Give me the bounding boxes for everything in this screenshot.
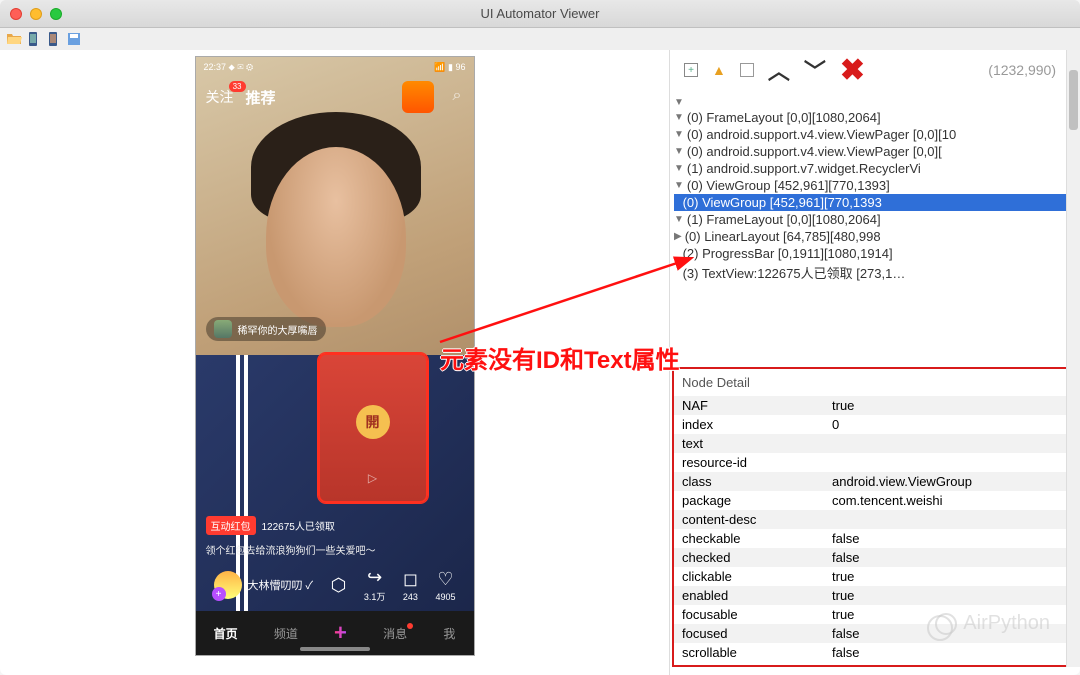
sub-caption: 领个红包去给流浪狗狗们一些关爱吧～ [206,542,376,557]
nav-home[interactable]: 首页 [214,625,238,642]
tab-recommend[interactable]: 推荐 [246,87,276,108]
scrollbar[interactable] [1066,50,1080,667]
warning-icon[interactable]: ▲ [712,62,726,78]
notification-dot-icon [407,623,413,629]
avatar-icon: + [214,571,242,599]
user-chip[interactable]: + 大林懵叨叨 ✓ [214,571,314,599]
device-dump-icon[interactable] [46,31,62,47]
expand-all-icon[interactable]: + [684,63,698,77]
device-screenshot[interactable]: 22:37 ⬥ ✉ ⚙ 📶 ▮ 96 关注 33 推荐 ⌕ 稀罕你的大厚嘴唇 [195,56,475,656]
caption-count: 122675人已领取 [262,518,335,533]
nav-me[interactable]: 我 [443,625,455,642]
hierarchy-tree[interactable]: ▼ ▼(0) FrameLayout [0,0][1080,2064] ▼(0)… [670,90,1080,363]
tag-action[interactable]: ⬡ [331,575,347,596]
inspector-toolbar: + ▲ ︿ ﹀ ✖ (1232,990) [670,50,1080,90]
app-window: UI Automator Viewer 22:37 ⬥ ✉ ⚙ 📶 ▮ 96 [0,0,1080,675]
titlebar: UI Automator Viewer [0,0,1080,28]
follow-badge: 33 [229,81,246,92]
prev-icon[interactable]: ︿ [768,54,790,86]
scrollbar-thumb[interactable] [1069,70,1078,130]
status-battery: 📶 ▮ 96 [434,62,465,73]
save-icon[interactable] [66,31,82,47]
heart-icon: ♡ [437,569,453,590]
caption-pill[interactable]: 稀罕你的大厚嘴唇 [206,317,326,341]
content-area: 22:37 ⬥ ✉ ⚙ 📶 ▮ 96 关注 33 推荐 ⌕ 稀罕你的大厚嘴唇 [0,50,1080,675]
share-icon: ↪ [367,567,382,588]
nav-message[interactable]: 消息 [383,625,407,642]
toolbar [0,28,1080,50]
watermark: AirPython [935,612,1050,635]
plus-badge-icon[interactable]: + [212,587,226,601]
wechat-icon [935,613,957,635]
action-row: + 大林懵叨叨 ✓ ⬡ ↪3.1万 ◻243 ♡4905 [196,567,474,603]
play-icon: ▷ [368,471,377,485]
tag-icon: ⬡ [331,575,347,596]
nav-channel[interactable]: 频道 [274,625,298,642]
comment-action[interactable]: ◻243 [403,569,418,602]
screenshot-panel: 22:37 ⬥ ✉ ⚙ 📶 ▮ 96 关注 33 推荐 ⌕ 稀罕你的大厚嘴唇 [0,50,670,675]
caption-row: 互动红包 122675人已领取 [206,516,335,535]
status-bar: 22:37 ⬥ ✉ ⚙ 📶 ▮ 96 [196,57,474,77]
window-title: UI Automator Viewer [0,6,1080,21]
tab-follow[interactable]: 关注 33 [206,87,234,107]
pill-avatar-icon [214,320,232,338]
nav-plus-icon[interactable]: + [334,620,347,646]
coordinates: (1232,990) [988,62,1056,78]
search-icon[interactable]: ⌕ [453,87,462,105]
device-screenshot-icon[interactable] [26,31,42,47]
red-tag: 互动红包 [206,516,256,535]
delete-icon[interactable]: ✖ [840,53,865,88]
naf-checkbox[interactable] [740,63,754,77]
red-packet[interactable]: 開 ▷ [318,353,428,503]
status-time: 22:37 ⬥ ✉ ⚙ [204,62,254,73]
detail-header: Node Detail [674,369,1070,396]
red-packet-seal: 開 [356,405,390,439]
home-indicator [300,647,370,651]
next-icon[interactable]: ﹀ [804,54,826,86]
inspector-panel: + ▲ ︿ ﹀ ✖ (1232,990) ▼ ▼(0) FrameLayout … [670,50,1080,675]
tree-selected-row: (0) ViewGroup [452,961][770,1393 [674,194,1076,211]
share-action[interactable]: ↪3.1万 [364,567,386,603]
camera-icon[interactable] [402,81,434,113]
like-action[interactable]: ♡4905 [435,569,455,602]
open-icon[interactable] [6,31,22,47]
comment-icon: ◻ [403,569,418,590]
